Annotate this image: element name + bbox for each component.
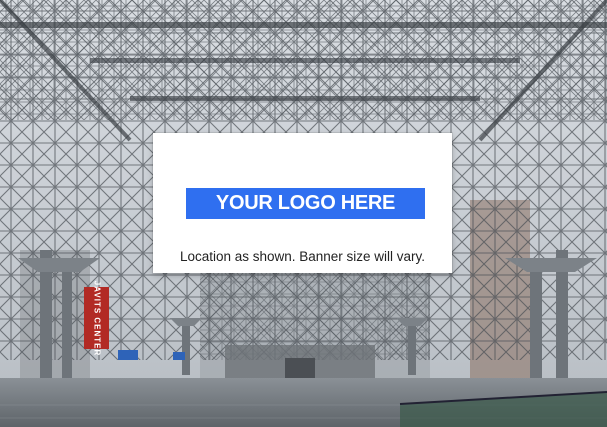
banner-placeholder: YOUR LOGO HERE Location as shown. Banner… xyxy=(153,133,452,273)
photo-stage: JAVITS CENTER YOUR LOGO HERE Location as… xyxy=(0,0,607,427)
venue-sign-text: JAVITS CENTER xyxy=(92,280,101,356)
venue-sign: JAVITS CENTER xyxy=(84,280,109,356)
banner-caption: Location as shown. Banner size will vary… xyxy=(179,249,426,264)
logo-placeholder: YOUR LOGO HERE xyxy=(186,188,425,219)
